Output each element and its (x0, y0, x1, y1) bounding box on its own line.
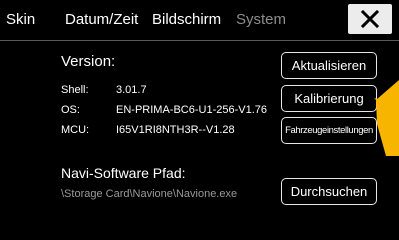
tab-skin[interactable]: Skin (6, 11, 35, 28)
mcu-label: MCU: (61, 124, 89, 136)
arrow-pointer-icon (354, 68, 399, 156)
os-value: EN-PRIMA-BC6-U1-256-V1.76 (116, 104, 267, 116)
mcu-value: I65V1RI8NTH3R--V1.28 (116, 124, 235, 136)
shell-label: Shell: (61, 84, 89, 96)
tab-system[interactable]: System (236, 11, 286, 28)
close-x-icon (361, 10, 379, 28)
navi-path-title: Navi-Software Pfad: (61, 165, 186, 181)
os-label: OS: (61, 104, 80, 116)
tab-bar: Skin Datum/Zeit Bildschirm System (0, 0, 399, 40)
tab-bildschirm[interactable]: Bildschirm (152, 11, 221, 28)
tab-datum-zeit[interactable]: Datum/Zeit (65, 11, 138, 28)
shell-value: 3.01.7 (116, 84, 147, 96)
version-title: Version: (61, 53, 115, 70)
tab-divider (0, 40, 399, 41)
close-button[interactable] (348, 4, 392, 34)
settings-screen: Skin Datum/Zeit Bildschirm System Versio… (0, 0, 399, 240)
durchsuchen-button[interactable]: Durchsuchen (281, 178, 377, 205)
navi-path-value: \Storage Card\Navione\Navione.exe (61, 188, 237, 200)
